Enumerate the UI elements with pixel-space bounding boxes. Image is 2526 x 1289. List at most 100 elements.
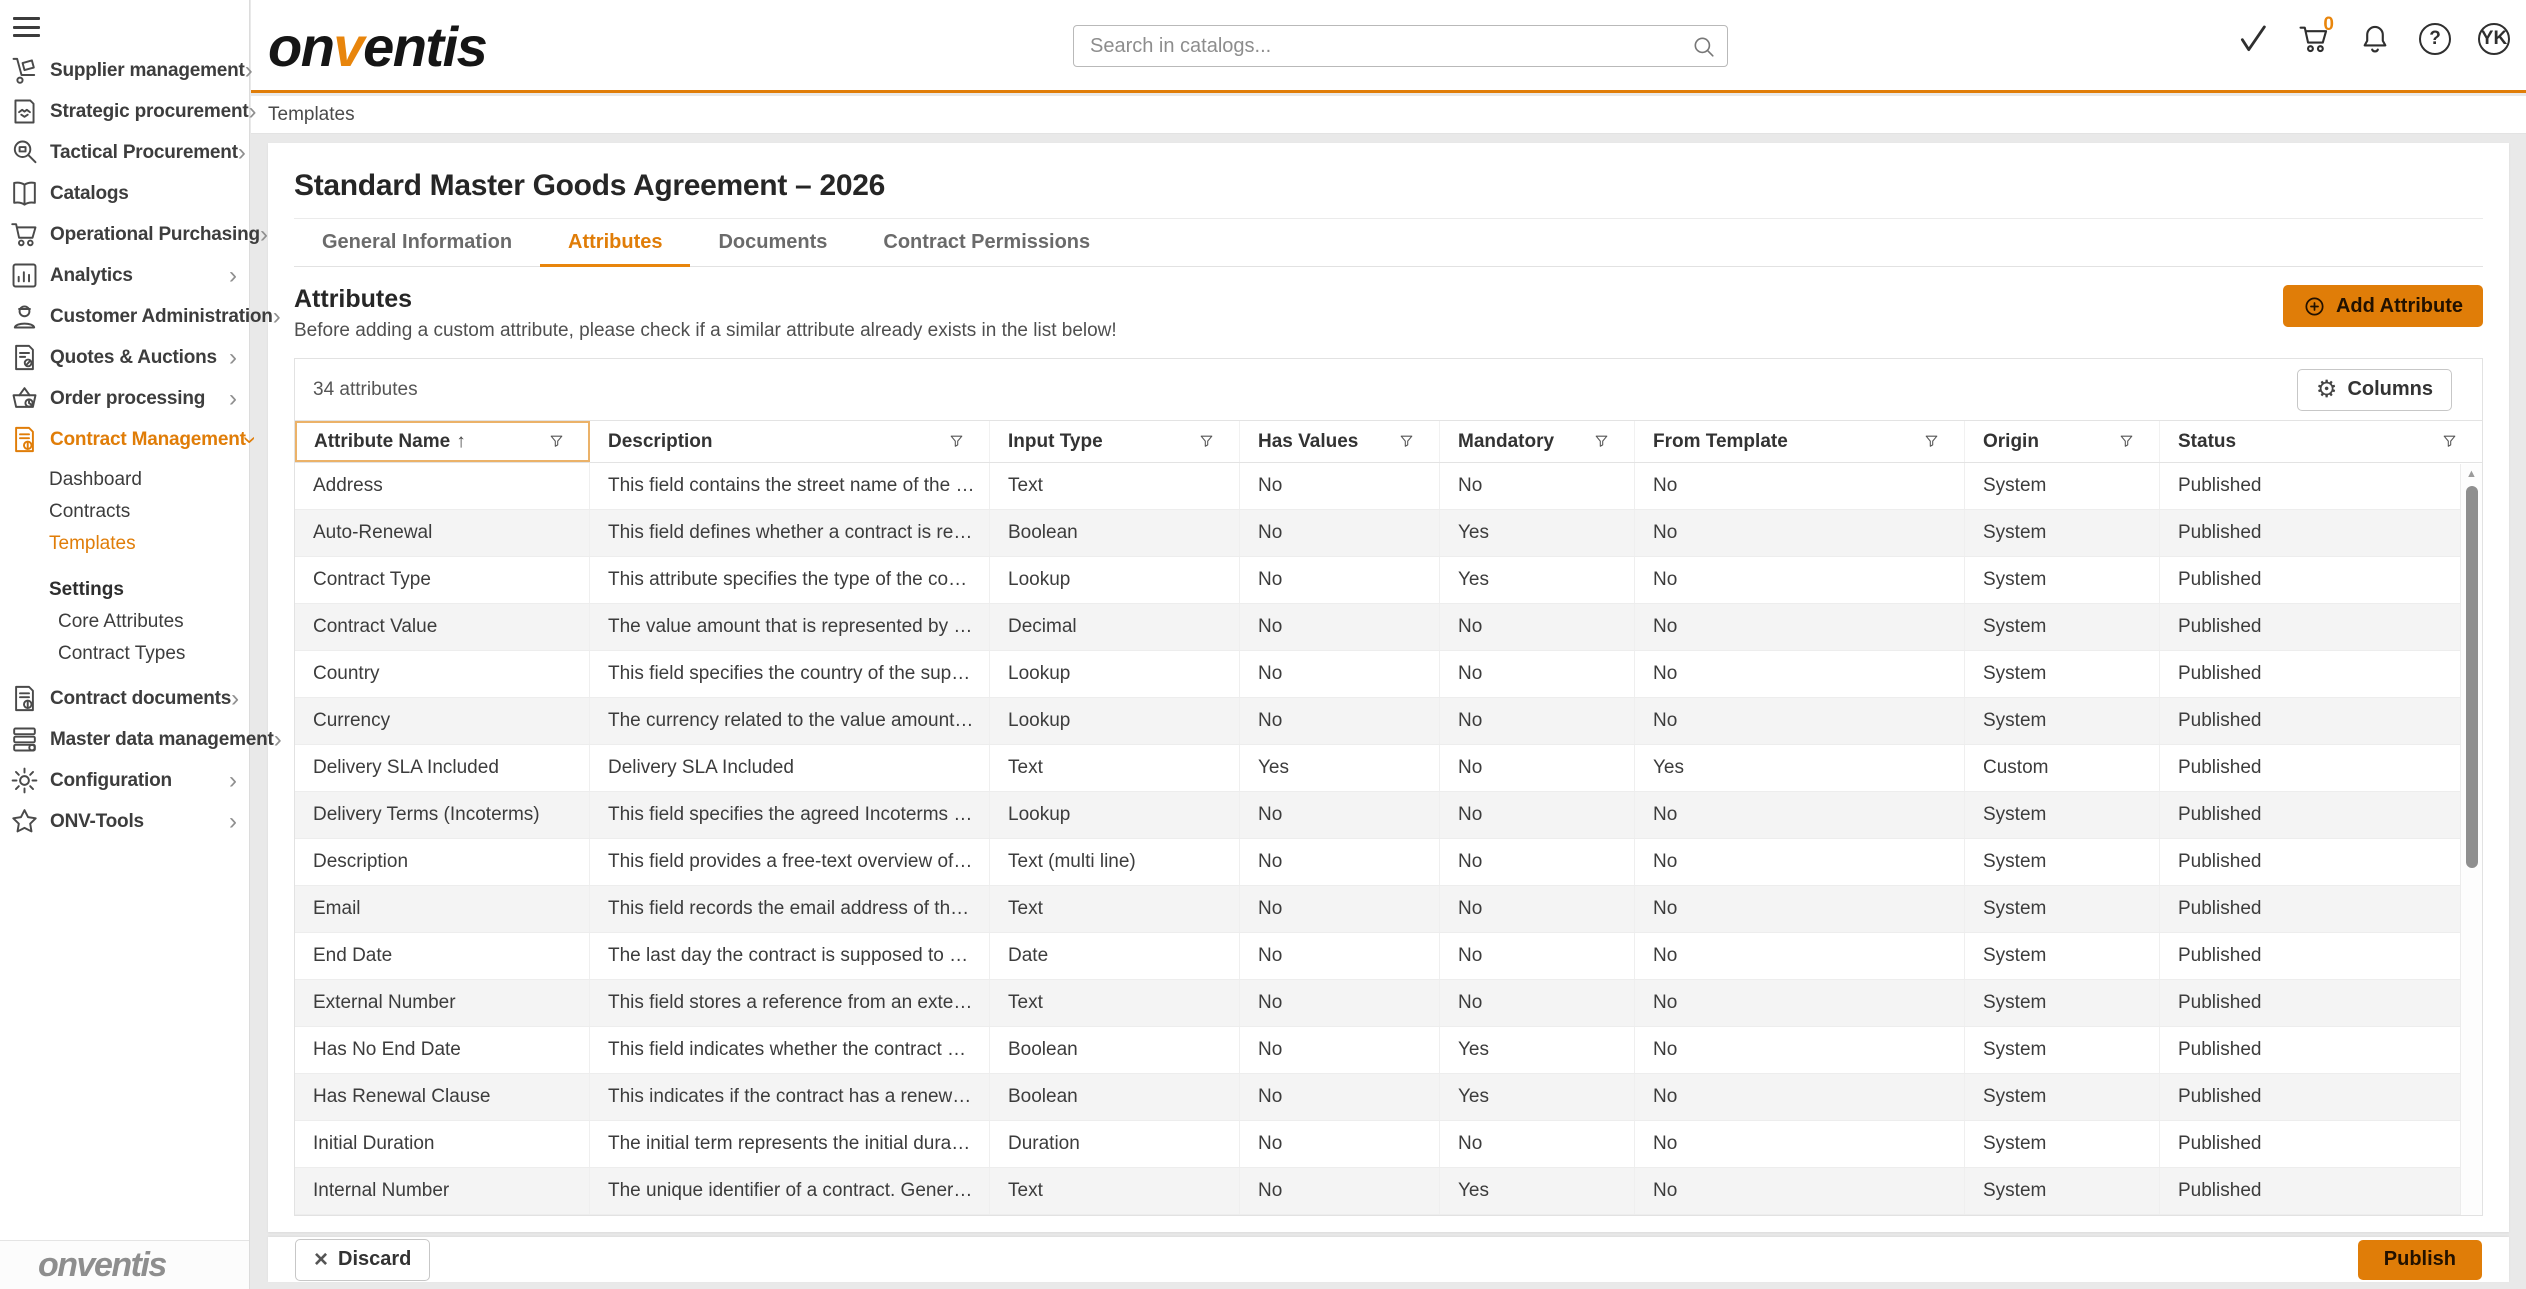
sidebar-item-strategic-procurement[interactable]: Strategic procurement › — [0, 91, 249, 132]
cell-input-type: Boolean — [990, 1027, 1240, 1073]
scroll-up-arrow-icon[interactable]: ▲ — [2461, 468, 2482, 480]
submenu-item-dashboard[interactable]: Dashboard — [49, 464, 249, 496]
chevron-right-icon: › — [229, 264, 237, 288]
cell-status: Published — [2160, 1121, 2482, 1167]
tab-attributes[interactable]: Attributes — [540, 219, 690, 267]
cell-has-values: No — [1240, 1121, 1440, 1167]
cell-description: This field specifies the agreed Incoterm… — [590, 792, 990, 838]
table-row[interactable]: External Number This field stores a refe… — [295, 980, 2482, 1027]
filter-icon[interactable] — [1198, 433, 1215, 450]
discard-button[interactable]: × Discard — [295, 1239, 430, 1281]
cell-origin: Custom — [1965, 745, 2160, 791]
submenu-group-settings[interactable]: Settings — [49, 574, 249, 606]
filter-icon[interactable] — [1593, 433, 1610, 450]
sidebar-item-supplier-management[interactable]: Supplier management › — [0, 50, 249, 91]
cell-attribute-name: Address — [295, 463, 590, 509]
column-header-origin[interactable]: Origin — [1965, 421, 2160, 462]
publish-button[interactable]: Publish — [2358, 1240, 2482, 1280]
cell-from-template: No — [1635, 651, 1965, 697]
cell-origin: System — [1965, 651, 2160, 697]
table-row[interactable]: Has Renewal Clause This indicates if the… — [295, 1074, 2482, 1121]
column-header-has-values[interactable]: Has Values — [1240, 421, 1440, 462]
column-header-status[interactable]: Status — [2160, 421, 2482, 462]
sidebar-item-catalogs[interactable]: Catalogs — [0, 173, 249, 214]
submenu-item-core-attributes[interactable]: Core Attributes — [49, 606, 249, 638]
cell-origin: System — [1965, 839, 2160, 885]
filter-icon[interactable] — [2441, 433, 2458, 450]
chevron-right-icon: › — [273, 305, 281, 329]
bell-icon[interactable] — [2358, 22, 2392, 56]
column-header-input-type[interactable]: Input Type — [990, 421, 1240, 462]
table-row[interactable]: Has No End Date This field indicates whe… — [295, 1027, 2482, 1074]
table-row[interactable]: Contract Type This attribute specifies t… — [295, 557, 2482, 604]
table-row[interactable]: End Date The last day the contract is su… — [295, 933, 2482, 980]
table-row[interactable]: Address This field contains the street n… — [295, 463, 2482, 510]
chevron-right-icon: › — [245, 59, 253, 83]
table-row[interactable]: Contract Value The value amount that is … — [295, 604, 2482, 651]
cell-mandatory: Yes — [1440, 1074, 1635, 1120]
table-row[interactable]: Auto-Renewal This field defines whether … — [295, 510, 2482, 557]
onventis-logo[interactable]: onventis — [268, 14, 486, 79]
cell-has-values: No — [1240, 510, 1440, 556]
tab-documents[interactable]: Documents — [690, 219, 855, 266]
cell-status: Published — [2160, 1168, 2482, 1214]
table-row[interactable]: Delivery Terms (Incoterms) This field sp… — [295, 792, 2482, 839]
filter-icon[interactable] — [948, 433, 965, 450]
columns-button[interactable]: ⚙ Columns — [2297, 369, 2452, 411]
submenu-item-templates[interactable]: Templates — [49, 528, 249, 560]
column-header-attribute-name[interactable]: Attribute Name↑ — [295, 421, 590, 462]
vertical-scrollbar[interactable]: ▲ — [2460, 464, 2482, 1215]
cell-mandatory: No — [1440, 980, 1635, 1026]
cart-icon[interactable]: 0 — [2297, 22, 2331, 56]
sidebar-item-operational-purchasing[interactable]: Operational Purchasing › — [0, 214, 249, 255]
scrollbar-thumb[interactable] — [2466, 486, 2478, 868]
content-card: Standard Master Goods Agreement – 2026 G… — [268, 143, 2509, 1232]
cell-from-template: No — [1635, 698, 1965, 744]
table-row[interactable]: Country This field specifies the country… — [295, 651, 2482, 698]
cell-input-type: Date — [990, 933, 1240, 979]
catalog-search — [1073, 25, 1728, 67]
sidebar-item-configuration[interactable]: Configuration › — [0, 760, 249, 801]
sidebar-item-onv-tools[interactable]: ONV-Tools › — [0, 801, 249, 842]
table-row[interactable]: Description This field provides a free-t… — [295, 839, 2482, 886]
filter-icon[interactable] — [1923, 433, 1940, 450]
filter-icon[interactable] — [2118, 433, 2135, 450]
cell-mandatory: No — [1440, 698, 1635, 744]
sidebar-item-customer-administration[interactable]: Customer Administration › — [0, 296, 249, 337]
table-row[interactable]: Delivery SLA Included Delivery SLA Inclu… — [295, 745, 2482, 792]
cell-input-type: Decimal — [990, 604, 1240, 650]
logo-check-v: v — [333, 15, 363, 78]
sidebar-item-quotes-auctions[interactable]: Quotes & Auctions › — [0, 337, 249, 378]
tab-contract-permissions[interactable]: Contract Permissions — [855, 219, 1118, 266]
cell-origin: System — [1965, 933, 2160, 979]
search-icon[interactable] — [1691, 34, 1717, 60]
hamburger-menu-icon[interactable] — [13, 17, 40, 37]
cell-status: Published — [2160, 463, 2482, 509]
avatar[interactable]: YK — [2478, 23, 2510, 55]
help-icon[interactable]: ? — [2419, 23, 2451, 55]
search-input[interactable] — [1074, 26, 1727, 66]
sidebar-item-analytics[interactable]: Analytics › — [0, 255, 249, 296]
checkmark-icon[interactable] — [2236, 22, 2270, 56]
tab-general-information[interactable]: General Information — [294, 219, 540, 266]
sidebar-item-master-data-management[interactable]: Master data management › — [0, 719, 249, 760]
sidebar-item-order-processing[interactable]: Order processing › — [0, 378, 249, 419]
table-row[interactable]: Internal Number The unique identifier of… — [295, 1168, 2482, 1215]
filter-icon[interactable] — [1398, 433, 1415, 450]
cell-mandatory: No — [1440, 651, 1635, 697]
cell-description: The currency related to the value amount… — [590, 698, 990, 744]
add-attribute-button[interactable]: Add Attribute — [2283, 285, 2483, 327]
column-header-from-template[interactable]: From Template — [1635, 421, 1965, 462]
table-row[interactable]: Initial Duration The initial term repres… — [295, 1121, 2482, 1168]
submenu-item-contracts[interactable]: Contracts — [49, 496, 249, 528]
sidebar-item-tactical-procurement[interactable]: Tactical Procurement › — [0, 132, 249, 173]
cell-mandatory: Yes — [1440, 1168, 1635, 1214]
column-header-description[interactable]: Description — [590, 421, 990, 462]
column-header-mandatory[interactable]: Mandatory — [1440, 421, 1635, 462]
table-row[interactable]: Currency The currency related to the val… — [295, 698, 2482, 745]
sidebar-item-contract-documents[interactable]: Contract documents › — [0, 678, 249, 719]
sidebar-item-contract-management[interactable]: Contract Management › — [0, 419, 249, 460]
submenu-item-contract-types[interactable]: Contract Types — [49, 638, 249, 670]
filter-icon[interactable] — [548, 433, 565, 450]
table-row[interactable]: Email This field records the email addre… — [295, 886, 2482, 933]
